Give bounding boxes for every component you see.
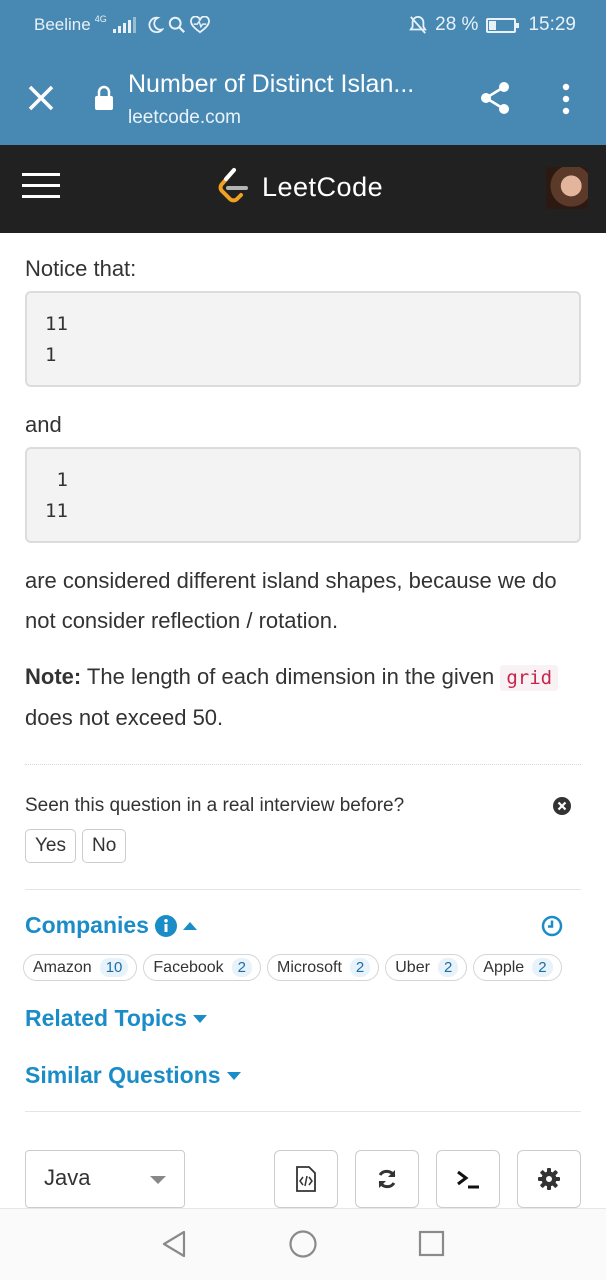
editor-toolbar: Java: [25, 1150, 581, 1208]
gear-icon: [538, 1168, 560, 1190]
company-name: Amazon: [33, 958, 92, 976]
related-topics-toggle[interactable]: Related Topics: [25, 1005, 207, 1032]
refresh-icon: [378, 1169, 396, 1189]
note-paragraph: Note: The length of each dimension in th…: [25, 657, 581, 738]
company-tags: Amazon 10 Facebook 2 Microsoft 2 Uber 2 Apple 2: [23, 954, 581, 981]
divider: [25, 764, 581, 765]
company-count: 2: [532, 958, 553, 977]
avatar[interactable]: [546, 167, 588, 209]
brand-name: LeetCode: [262, 171, 384, 202]
page-url[interactable]: leetcode.com: [128, 107, 241, 129]
shape-one-code: 11 1: [25, 291, 581, 387]
company-count: 2: [231, 958, 252, 977]
system-nav-bar: [0, 1208, 606, 1280]
language-select[interactable]: Java: [25, 1150, 185, 1208]
similar-questions-toggle[interactable]: Similar Questions: [25, 1062, 241, 1089]
company-count: 2: [349, 958, 371, 977]
note-text-1: The length of each dimension in the give…: [81, 664, 501, 689]
browser-toolbar: Number of Distinct Islan... leetcode.com: [0, 52, 606, 145]
divider: [25, 1111, 581, 1112]
signal-icon: [112, 17, 136, 33]
problem-content: Notice that: 11 1 and 1 11 are considere…: [23, 233, 581, 1112]
recents-icon[interactable]: [418, 1230, 446, 1258]
shape-two-code: 1 11: [25, 447, 581, 543]
chevron-down-icon: [150, 1176, 166, 1184]
hamburger-icon[interactable]: [22, 173, 60, 203]
company-count: 10: [99, 958, 129, 977]
close-icon[interactable]: [24, 81, 58, 115]
interview-question: Seen this question in a real interview b…: [25, 795, 405, 816]
terminal-icon: [457, 1170, 479, 1189]
note-text-2: does not exceed 50.: [25, 705, 224, 730]
moon-icon: [148, 16, 164, 34]
leetcode-logo-icon: [218, 168, 248, 203]
carrier-name: Beeline: [34, 15, 91, 34]
clock-icon[interactable]: [541, 915, 563, 937]
note-label: Note:: [25, 664, 82, 689]
company-tag[interactable]: Microsoft 2: [267, 954, 380, 981]
companies-toggle[interactable]: Companies: [25, 912, 197, 939]
company-tag[interactable]: Facebook 2: [143, 954, 261, 981]
company-name: Facebook: [153, 958, 224, 976]
info-icon[interactable]: [154, 914, 177, 937]
console-button[interactable]: [436, 1150, 500, 1208]
company-tag[interactable]: Uber 2: [385, 954, 468, 981]
notice-text: Notice that:: [25, 256, 137, 281]
lock-icon: [95, 85, 113, 110]
code-file-button[interactable]: [274, 1150, 338, 1208]
status-bar: Beeline 4G 28 % 15:29: [0, 0, 606, 52]
heart-pulse-icon: [189, 16, 210, 34]
caret-down-icon: [226, 1071, 241, 1080]
company-name: Uber: [395, 958, 430, 976]
related-topics-heading: Related Topics: [25, 1005, 187, 1031]
yes-button[interactable]: Yes: [25, 829, 76, 863]
company-name: Apple: [483, 958, 525, 976]
divider: [25, 889, 581, 890]
company-count: 2: [437, 958, 459, 977]
grid-code: grid: [500, 665, 559, 691]
battery-icon: [486, 17, 520, 33]
settings-button[interactable]: [517, 1150, 581, 1208]
code-file-icon: [296, 1166, 316, 1192]
battery-percent: 28 %: [435, 14, 479, 35]
site-navbar: LeetCode: [0, 145, 606, 233]
back-icon[interactable]: [160, 1229, 188, 1259]
brand-logo[interactable]: LeetCode: [216, 167, 383, 207]
network-type: 4G: [94, 14, 107, 24]
company-tag[interactable]: Amazon 10: [23, 954, 138, 981]
explanation-text: are considered different island shapes, …: [25, 568, 557, 633]
similar-questions-heading: Similar Questions: [25, 1062, 221, 1088]
page-title[interactable]: Number of Distinct Islan...: [128, 70, 414, 99]
company-tag[interactable]: Apple 2: [473, 954, 562, 981]
language-value: Java: [44, 1165, 91, 1190]
reset-button[interactable]: [355, 1150, 419, 1208]
companies-heading: Companies: [25, 912, 149, 938]
mute-bell-icon: [409, 15, 428, 34]
company-name: Microsoft: [277, 958, 342, 976]
more-vert-icon[interactable]: [556, 82, 576, 116]
search-icon: [168, 16, 185, 33]
caret-down-icon: [192, 1014, 207, 1023]
and-text: and: [25, 412, 62, 437]
no-button[interactable]: No: [82, 829, 127, 863]
caret-up-icon: [182, 921, 197, 930]
dismiss-icon[interactable]: [553, 797, 571, 815]
share-icon[interactable]: [478, 80, 512, 116]
clock: 15:29: [528, 14, 576, 35]
home-icon[interactable]: [288, 1229, 318, 1259]
